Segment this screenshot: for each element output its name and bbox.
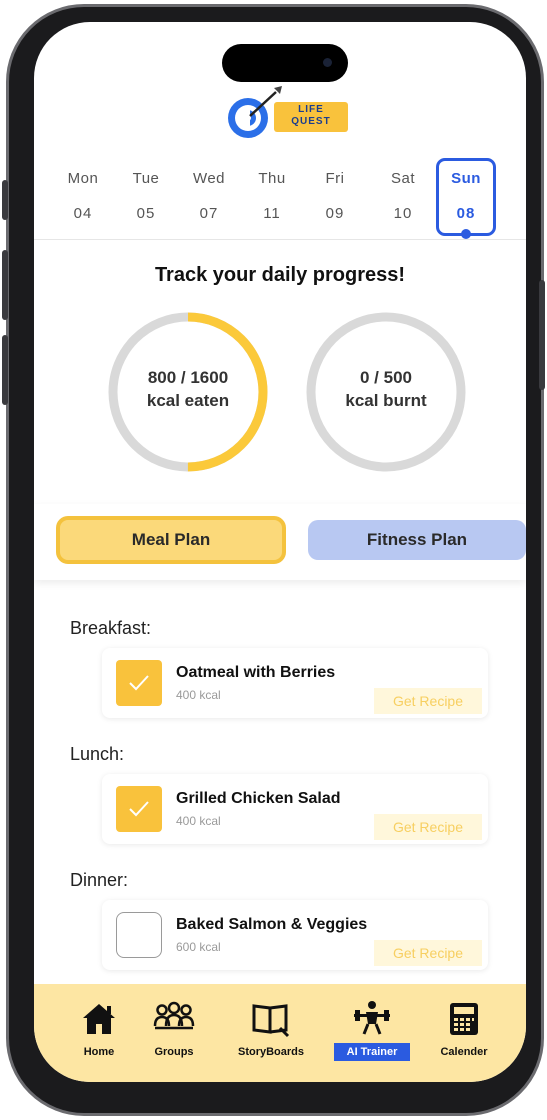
nav-home[interactable]: Home (74, 994, 124, 1074)
meal-checkbox[interactable] (116, 912, 162, 958)
volume-up-button (2, 250, 8, 320)
tab-fitness-plan[interactable]: Fitness Plan (308, 520, 526, 560)
day-number: 09 (325, 205, 345, 222)
day-number: 10 (393, 205, 413, 222)
kcal-burnt-ring: 0 / 500 kcal burnt (304, 310, 468, 474)
day-name: Fri (325, 170, 345, 187)
bottom-nav: Home Groups StoryBoards AI Trainer Calen… (34, 984, 526, 1082)
day-wed[interactable]: Wed 07 (184, 162, 234, 232)
day-mon[interactable]: Mon 04 (58, 162, 108, 232)
day-name: Mon (67, 170, 99, 187)
nav-label: Groups (154, 1046, 194, 1058)
get-recipe-button[interactable]: Get Recipe (374, 940, 482, 966)
nav-label: AI Trainer (334, 1043, 410, 1061)
nav-label: Home (83, 1046, 115, 1058)
nav-groups[interactable]: Groups (144, 994, 204, 1074)
book-icon (252, 1004, 290, 1038)
checkmark-icon (129, 675, 149, 691)
kcal-eaten-ring: 800 / 1600 kcal eaten (106, 310, 270, 474)
nav-ai-trainer[interactable]: AI Trainer (334, 994, 410, 1074)
meal-kcal: 600 kcal (176, 940, 221, 954)
meal-section-label: Dinner: (70, 870, 129, 890)
day-fri[interactable]: Fri 09 (310, 162, 360, 232)
day-tue[interactable]: Tue 05 (121, 162, 171, 232)
meal-section-label: Lunch: (70, 744, 125, 764)
silent-switch (2, 180, 8, 220)
life-quest-logo: LIFE QUEST (224, 82, 364, 140)
meal-checkbox[interactable] (116, 786, 162, 832)
nav-label: StoryBoards (237, 1046, 305, 1058)
get-recipe-button[interactable]: Get Recipe (374, 814, 482, 840)
meal-section-label: Breakfast: (70, 618, 152, 638)
meal-card-dinner: Baked Salmon & Veggies 600 kcal Get Reci… (102, 900, 488, 970)
day-name: Sun (451, 170, 481, 187)
app-screen: LIFE QUEST Mon 04 Tue 05 Wed 07 Thu 11 F… (34, 22, 526, 1082)
day-sun-selected[interactable]: Sun 08 (436, 158, 496, 239)
progress-title: Track your daily progress! (154, 264, 406, 286)
logo-text: LIFE QUEST (291, 104, 331, 127)
day-number: 04 (73, 205, 93, 222)
kcal-eaten-value: 800 / 1600 (147, 368, 229, 387)
kcal-burnt-value: 0 / 500 (360, 368, 412, 387)
meal-card-lunch: Grilled Chicken Salad 400 kcal Get Recip… (102, 774, 488, 844)
day-number: 11 (263, 205, 281, 222)
day-name: Sat (390, 170, 415, 187)
day-sat[interactable]: Sat 10 (378, 162, 428, 232)
groups-icon (153, 1001, 195, 1030)
kcal-burnt-label: kcal burnt (345, 391, 427, 410)
volume-down-button (2, 335, 8, 405)
meal-checkbox[interactable] (116, 660, 162, 706)
meal-kcal: 400 kcal (176, 688, 221, 702)
get-recipe-button[interactable]: Get Recipe (374, 688, 482, 714)
meal-name: Grilled Chicken Salad (176, 790, 341, 807)
day-name: Wed (192, 170, 226, 187)
plan-tabs: Meal Plan Fitness Plan (34, 504, 526, 580)
checkmark-icon (129, 801, 149, 817)
dynamic-island (222, 44, 348, 82)
home-icon (83, 1004, 115, 1034)
day-number: 08 (456, 205, 476, 222)
meal-name: Oatmeal with Berries (176, 664, 336, 681)
day-number: 07 (199, 205, 219, 222)
nav-calender[interactable]: Calender (424, 994, 504, 1074)
day-name: Thu (258, 170, 286, 187)
week-strip: Mon 04 Tue 05 Wed 07 Thu 11 Fri 09 Sat 1… (34, 150, 526, 240)
meal-kcal: 400 kcal (176, 814, 221, 828)
nav-storyboards[interactable]: StoryBoards (226, 994, 316, 1074)
day-number: 05 (136, 205, 156, 222)
dumbbell-icon (354, 1001, 390, 1035)
day-thu[interactable]: Thu 11 (247, 162, 297, 232)
kcal-eaten-label: kcal eaten (146, 391, 230, 410)
meal-name: Baked Salmon & Veggies (176, 916, 368, 933)
day-name: Tue (132, 170, 160, 187)
calculator-icon (450, 1003, 478, 1035)
meal-card-breakfast: Oatmeal with Berries 400 kcal Get Recipe (102, 648, 488, 718)
tab-meal-plan[interactable]: Meal Plan (56, 516, 286, 564)
nav-label: Calender (440, 1046, 488, 1058)
power-button (539, 280, 545, 390)
